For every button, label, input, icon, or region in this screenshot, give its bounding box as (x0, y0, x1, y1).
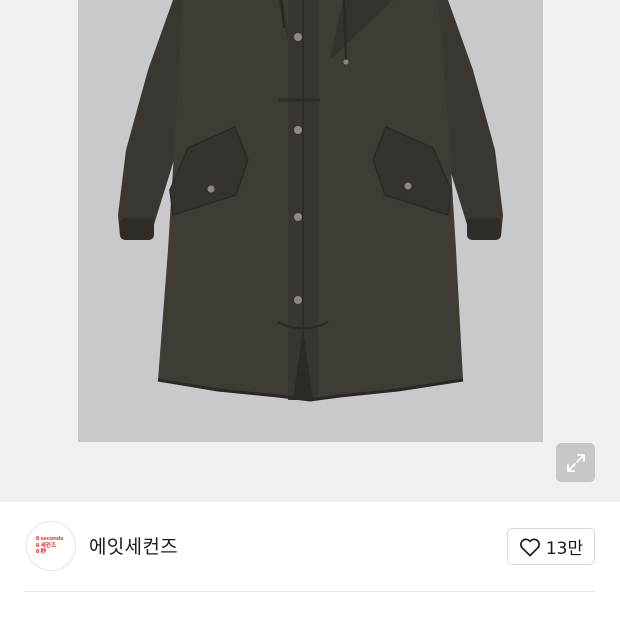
product-image-area (0, 0, 620, 502)
brand-logo[interactable]: 8 seconds 8 세컨즈 8 秒 (26, 521, 76, 571)
product-photo[interactable] (78, 0, 543, 442)
brand-logo-line-3: 8 秒 (36, 549, 47, 556)
brand-name-link[interactable]: 에잇세컨즈 (89, 532, 178, 559)
like-count: 13만 (545, 539, 584, 559)
expand-diagonal-arrows-icon (566, 453, 585, 472)
section-divider (24, 591, 595, 592)
like-button[interactable]: 13만 (507, 528, 595, 565)
expand-image-button[interactable] (556, 443, 595, 482)
parka-coat-illustration (118, 0, 503, 402)
heart-outline-icon (519, 538, 540, 556)
